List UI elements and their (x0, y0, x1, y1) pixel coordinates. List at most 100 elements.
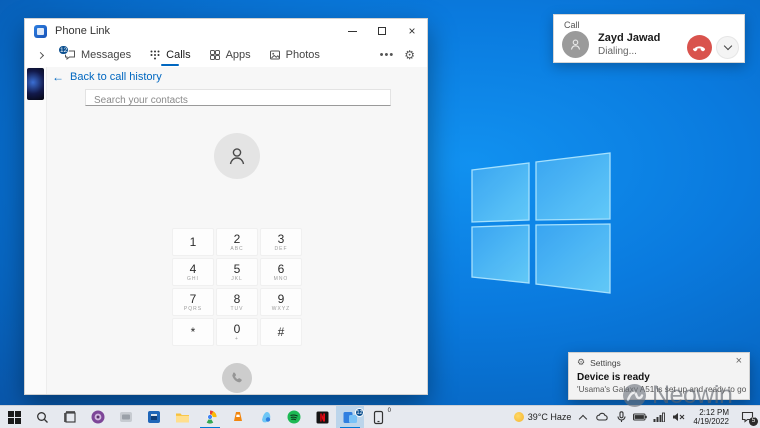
phone-icon (230, 371, 244, 385)
key-digit: 7 (190, 293, 197, 305)
dialpad-key-8[interactable]: 8TUV (216, 288, 258, 316)
gray-app-icon (119, 410, 133, 424)
taskbar-clock[interactable]: 2:12 PM 4/19/2022 (690, 408, 732, 426)
key-digit: 6 (278, 263, 285, 275)
tab-messages-label: Messages (81, 49, 131, 61)
vlc-icon (231, 410, 245, 424)
tray-onedrive[interactable] (595, 409, 609, 425)
dialpad-key-3[interactable]: 3DEF (260, 228, 302, 256)
dialpad-icon (149, 49, 161, 61)
notification-close-button[interactable]: × (736, 355, 742, 367)
dialpad-key-4[interactable]: 4GHI (172, 258, 214, 286)
chrome-icon (203, 410, 217, 424)
person-icon (568, 37, 583, 52)
taskbar-search-button[interactable] (28, 406, 56, 428)
minimize-icon (348, 31, 357, 32)
expand-call-popup-button[interactable] (716, 36, 739, 59)
taskbar-mail-app[interactable] (140, 406, 168, 428)
contact-avatar (214, 133, 260, 179)
person-icon (225, 144, 249, 168)
tray-volume-muted[interactable] (671, 409, 685, 425)
window-title: Phone Link (55, 25, 337, 37)
messages-icon: 12 (64, 49, 76, 61)
taskbar-netflix[interactable] (308, 406, 336, 428)
taskbar-phone-link[interactable]: 12 (336, 406, 364, 428)
tab-apps[interactable]: Apps (200, 43, 260, 67)
taskbar-weather[interactable]: 39°C Haze (514, 412, 572, 422)
dialpad-key-1[interactable]: 1 (172, 228, 214, 256)
maximize-button[interactable] (367, 19, 397, 43)
dialpad-key-6[interactable]: 6MNO (260, 258, 302, 286)
tab-messages[interactable]: 12 Messages (55, 43, 140, 67)
gear-icon: ⚙ (577, 358, 585, 368)
minimize-button[interactable] (337, 19, 367, 43)
dialpad-key-2[interactable]: 2ABC (216, 228, 258, 256)
desktop[interactable]: Phone Link × 12 Messages (0, 0, 760, 428)
battery-icon (633, 413, 647, 421)
task-view-button[interactable] (56, 406, 84, 428)
key-digit: 4 (190, 263, 197, 275)
contact-search-input[interactable] (86, 93, 390, 108)
taskbar-chrome[interactable] (196, 406, 224, 428)
settings-gear-button[interactable]: ⚙ (404, 48, 419, 62)
weather-text: 39°C Haze (528, 412, 572, 422)
dialpad-key-0[interactable]: 0+ (216, 318, 258, 346)
apps-grid-icon (209, 49, 221, 61)
dialpad-key-7[interactable]: 7PQRS (172, 288, 214, 316)
tray-network[interactable] (652, 409, 666, 425)
taskbar-vlc[interactable] (224, 406, 252, 428)
taskbar-your-phone-companion[interactable]: 0 (364, 406, 392, 428)
dialpad-key-5[interactable]: 5JKL (216, 258, 258, 286)
tab-calls-label: Calls (166, 49, 190, 61)
key-digit: 1 (190, 236, 197, 248)
network-icon (653, 412, 665, 422)
settings-notification[interactable]: ⚙ Settings × Device is ready 'Usama's Ga… (568, 352, 750, 400)
show-hidden-icons-button[interactable] (576, 409, 590, 425)
companion-count: 0 (388, 408, 391, 414)
caller-name: Zayd Jawad (598, 32, 660, 44)
window-titlebar[interactable]: Phone Link × (25, 19, 427, 43)
key-digit: 3 (278, 233, 285, 245)
key-letters: GHI (187, 276, 199, 282)
tray-microphone[interactable] (614, 409, 628, 425)
phone-link-window: Phone Link × 12 Messages (24, 18, 428, 395)
taskbar-spotify[interactable] (280, 406, 308, 428)
dial-call-button[interactable] (222, 363, 252, 393)
end-call-button[interactable] (687, 35, 712, 60)
dialpad-key-hash[interactable]: # (260, 318, 302, 346)
tab-calls[interactable]: Calls (140, 43, 199, 67)
dialpad-key-star[interactable]: * (172, 318, 214, 346)
key-digit: * (191, 326, 196, 338)
key-letters: TUV (231, 306, 244, 312)
back-link-label: Back to call history (70, 71, 162, 83)
phone-sidebar (25, 67, 47, 394)
photos-icon (269, 49, 281, 61)
tab-photos[interactable]: Photos (260, 43, 329, 67)
start-button[interactable] (0, 406, 28, 428)
chevron-right-icon (36, 51, 43, 58)
dialpad-key-9[interactable]: 9WXYZ (260, 288, 302, 316)
key-digit: 8 (234, 293, 241, 305)
taskbar-right: 39°C Haze (514, 406, 760, 428)
caller-avatar (562, 31, 589, 58)
back-to-call-history-link[interactable]: ← Back to call history (52, 71, 162, 83)
phone-screen-thumbnail[interactable] (27, 68, 44, 100)
tray-battery[interactable] (633, 409, 647, 425)
taskbar: 12 0 39°C Haze (0, 405, 760, 428)
notification-header: ⚙ Settings (577, 358, 621, 368)
close-button[interactable]: × (397, 19, 427, 43)
see-more-button[interactable]: ••• (370, 49, 405, 61)
expand-sidebar-button[interactable] (31, 46, 49, 64)
taskbar-paint3d[interactable] (252, 406, 280, 428)
task-view-icon (64, 411, 77, 424)
action-center-button[interactable]: 5 (737, 408, 757, 426)
taskbar-app-gray[interactable] (112, 406, 140, 428)
windows-logo-icon (8, 411, 21, 424)
speaker-mute-icon (672, 412, 685, 422)
taskbar-file-explorer[interactable] (168, 406, 196, 428)
key-digit: 0 (234, 323, 241, 335)
taskbar-tor-browser[interactable] (84, 406, 112, 428)
tab-photos-label: Photos (286, 49, 320, 61)
contact-search-box (85, 89, 391, 106)
phone-link-app-icon (34, 25, 47, 38)
